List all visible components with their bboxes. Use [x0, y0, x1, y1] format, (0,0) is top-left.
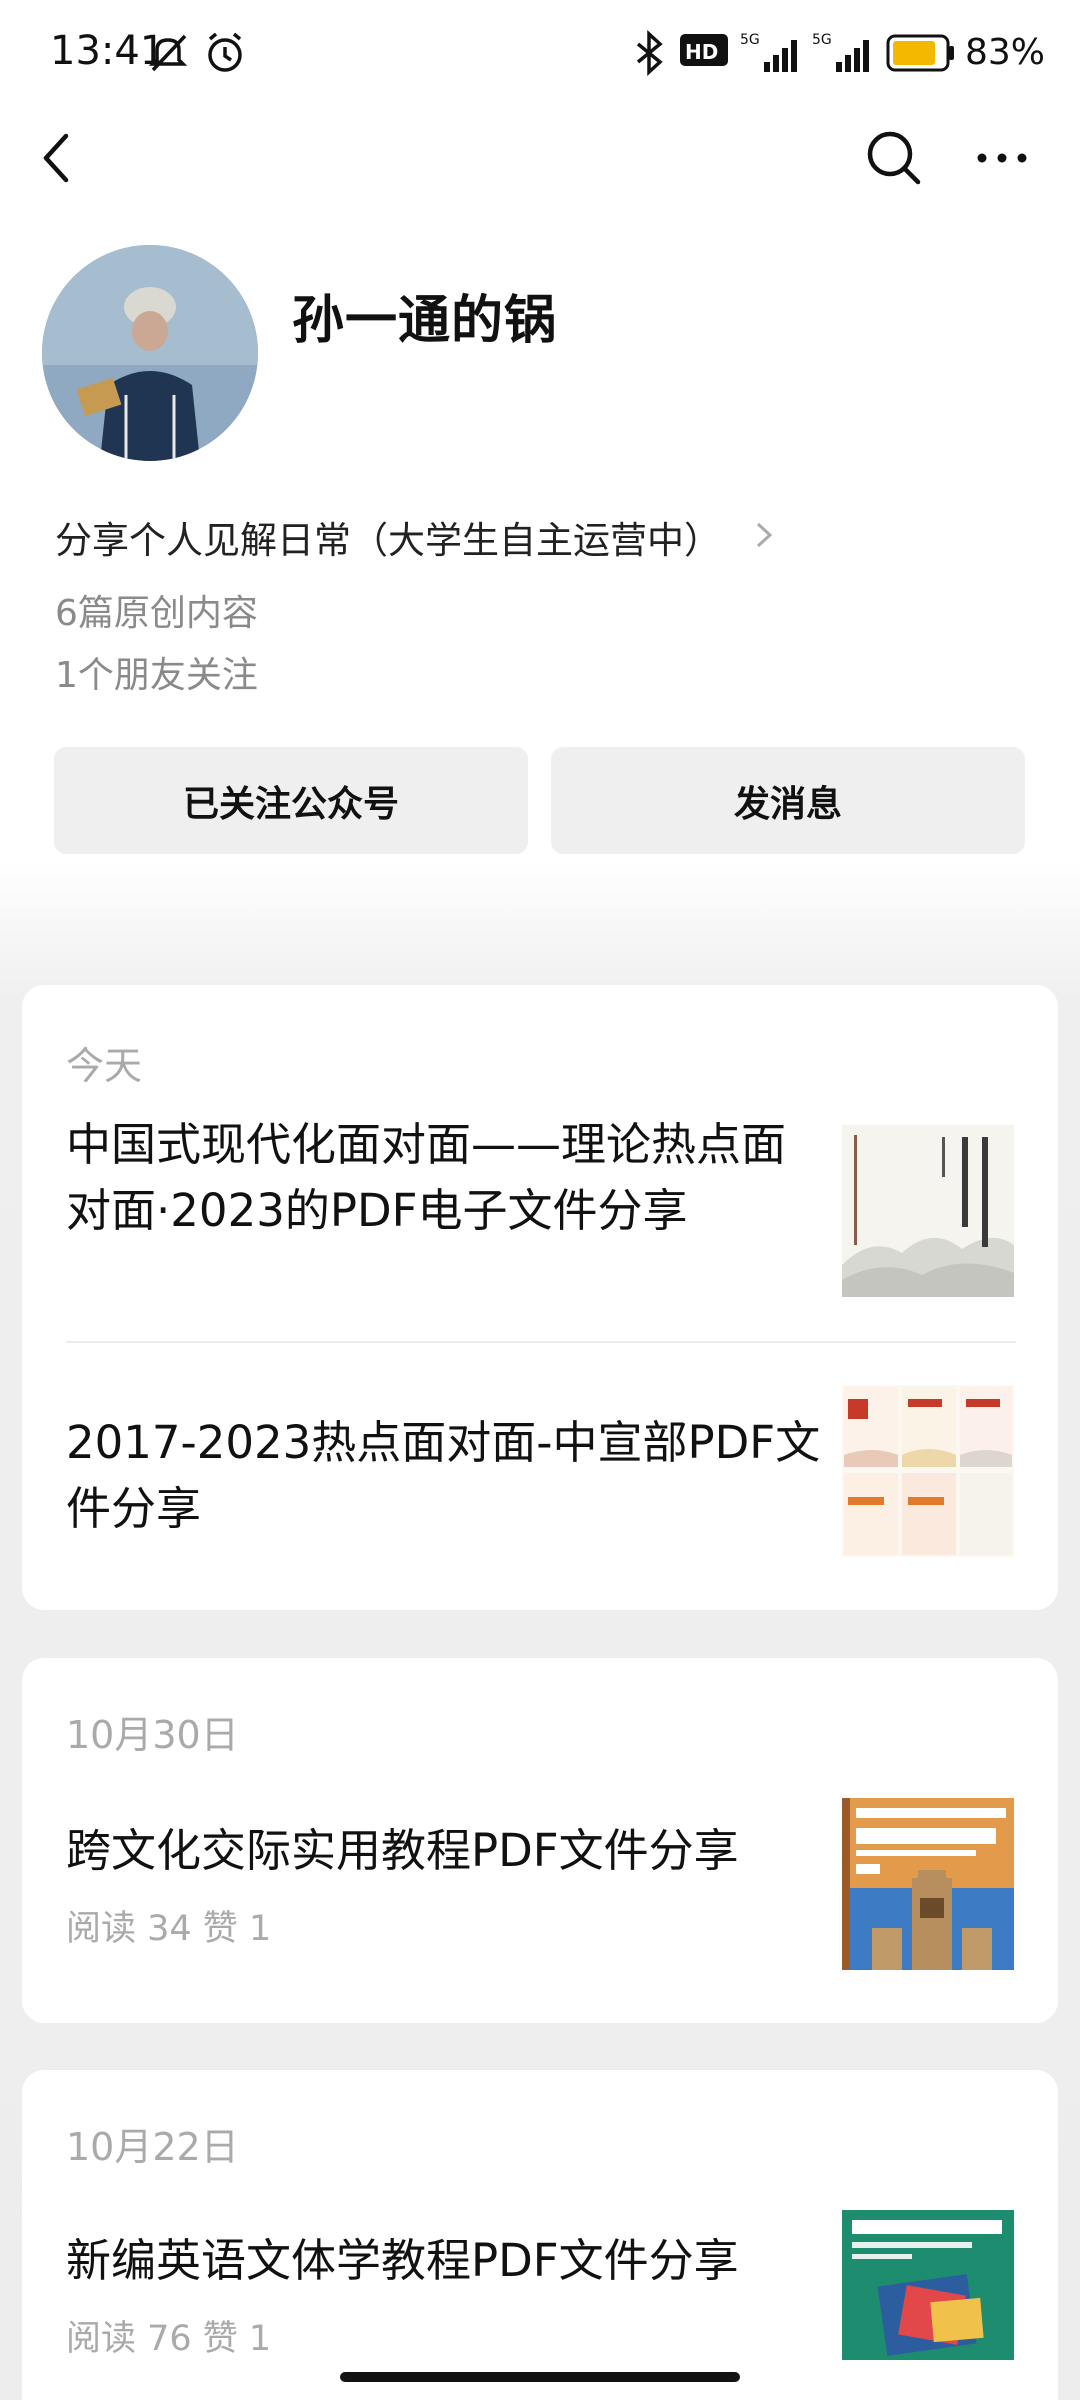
- divider: [66, 1341, 1016, 1343]
- follow-button[interactable]: 已关注公众号: [54, 747, 528, 854]
- status-bar: 13:41 HD 5G 5G 83%: [0, 0, 1080, 110]
- mute-icon: [148, 34, 188, 72]
- hd-icon: HD: [680, 34, 728, 66]
- chevron-left-icon[interactable]: [30, 128, 90, 188]
- svg-text:5G: 5G: [812, 32, 832, 48]
- svg-text:5G: 5G: [740, 32, 760, 48]
- chevron-right-icon[interactable]: [752, 520, 776, 550]
- more-horizontal-icon[interactable]: [970, 126, 1034, 190]
- article-stats: 阅读 76 赞 1: [66, 2319, 272, 2359]
- signal-5g-icon: 5G: [740, 32, 797, 72]
- top-bar: [0, 110, 1080, 210]
- article-title[interactable]: 2017-2023热点面对面-中宣部PDF文件分享: [66, 1410, 826, 1542]
- article-thumbnail[interactable]: [842, 1125, 1014, 1297]
- group-date: 10月22日: [66, 2125, 239, 2169]
- send-message-button[interactable]: 发消息: [551, 747, 1025, 854]
- group-date: 10月30日: [66, 1713, 239, 1757]
- friends-following: 1个朋友关注: [55, 655, 258, 696]
- search-icon[interactable]: [862, 126, 926, 190]
- svg-text:HD: HD: [685, 40, 718, 64]
- article-title[interactable]: 跨文化交际实用教程PDF文件分享: [66, 1818, 826, 1884]
- battery-icon: [886, 34, 954, 72]
- avatar[interactable]: [42, 245, 258, 461]
- article-title[interactable]: 中国式现代化面对面——理论热点面对面·2023的PDF电子文件分享: [66, 1112, 826, 1244]
- article-thumbnail[interactable]: [842, 1798, 1014, 1970]
- original-count: 6篇原创内容: [55, 593, 258, 634]
- article-stats: 阅读 34 赞 1: [66, 1909, 272, 1949]
- feed-group: 今天 中国式现代化面对面——理论热点面对面·2023的PDF电子文件分享 201…: [22, 985, 1058, 1610]
- article-thumbnail[interactable]: [842, 2210, 1014, 2360]
- bluetooth-icon: [636, 30, 663, 76]
- feed-group: 10月22日 新编英语文体学教程PDF文件分享 阅读 76 赞 1: [22, 2070, 1058, 2400]
- article-title[interactable]: 新编英语文体学教程PDF文件分享: [66, 2228, 826, 2294]
- battery-percent: 83%: [965, 32, 1046, 73]
- feed-group: 10月30日 跨文化交际实用教程PDF文件分享 阅读 34 赞 1: [22, 1658, 1058, 2023]
- account-name: 孙一通的锅: [292, 291, 558, 351]
- signal-5g-icon: 5G: [812, 32, 869, 72]
- group-date: 今天: [66, 1044, 143, 1088]
- article-thumbnail[interactable]: [842, 1385, 1014, 1557]
- alarm-icon: [208, 32, 242, 72]
- account-description[interactable]: 分享个人见解日常（大学生自主运营中）: [55, 510, 721, 564]
- home-indicator[interactable]: [340, 2372, 740, 2382]
